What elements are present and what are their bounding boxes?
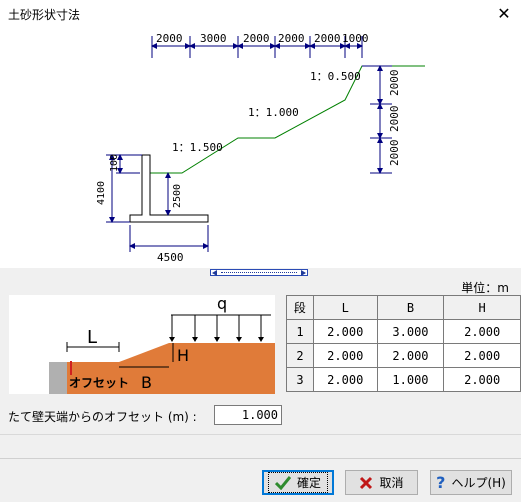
cell-B[interactable]: 1.000 xyxy=(376,367,445,392)
divider xyxy=(0,434,521,435)
explanation-diagram: q L H B オフセット xyxy=(9,294,275,394)
right-dim-3: 2000 xyxy=(388,140,401,167)
table-row: 3 2.000 1.000 2.000 xyxy=(286,367,521,392)
wall-dim-top: 100 xyxy=(109,154,120,172)
right-dim-1: 2000 xyxy=(388,70,401,97)
wall-dim-base: 4500 xyxy=(157,251,184,264)
top-dim-3: 2000 xyxy=(243,32,270,45)
cell-L[interactable]: 2.000 xyxy=(312,319,378,344)
question-icon: ? xyxy=(436,473,446,492)
col-header-H: H xyxy=(443,295,521,320)
row-header: 2 xyxy=(286,343,314,368)
help-button-label: ヘルプ(H) xyxy=(451,476,506,490)
col-header-B: B xyxy=(376,295,445,320)
col-header-L: L xyxy=(312,295,378,320)
label-q: q xyxy=(217,295,227,313)
wall-dimension-lines xyxy=(106,154,209,252)
cell-B[interactable]: 2.000 xyxy=(376,343,445,368)
cell-L[interactable]: 2.000 xyxy=(312,367,378,392)
retaining-wall xyxy=(129,154,209,223)
row-header: 3 xyxy=(286,367,314,392)
x-icon xyxy=(360,476,373,489)
cell-B[interactable]: 3.000 xyxy=(376,319,445,344)
label-B: B xyxy=(141,373,152,392)
label-H: H xyxy=(177,346,189,365)
close-icon[interactable]: ✕ xyxy=(487,0,521,28)
slope-label-1: 1：1.500 xyxy=(172,141,223,154)
label-offset: オフセット xyxy=(69,376,129,390)
cancel-button[interactable]: 取消 xyxy=(345,470,418,495)
wall-dim-offset: 2500 xyxy=(172,184,183,208)
top-dim-5: 2000 xyxy=(314,32,341,45)
window-title: 土砂形状寸法 xyxy=(8,8,81,22)
ok-button[interactable]: 確定 xyxy=(262,470,334,495)
load-arrows xyxy=(171,315,262,339)
title-bar: 土砂形状寸法 ✕ xyxy=(0,0,521,28)
wall-dim-height: 4100 xyxy=(96,181,107,205)
splitter-left-arrow-icon xyxy=(212,270,217,276)
slope-label-2: 1：1.000 xyxy=(248,106,299,119)
status-divider xyxy=(0,458,521,459)
cell-H[interactable]: 2.000 xyxy=(443,367,521,392)
col-header-tier: 段 xyxy=(286,295,314,320)
cell-L[interactable]: 2.000 xyxy=(312,343,378,368)
top-dim-1: 2000 xyxy=(156,32,183,45)
cell-H[interactable]: 2.000 xyxy=(443,319,521,344)
table-row: 2 2.000 2.000 2.000 xyxy=(286,343,521,368)
splitter-grip xyxy=(221,272,297,273)
soil-shape-drawing: 2000 3000 2000 2000 2000 1000 1：1.500 1：… xyxy=(0,28,521,268)
ok-button-label: 確定 xyxy=(296,476,321,490)
label-L: L xyxy=(87,327,97,348)
unit-label: 単位：m xyxy=(461,281,509,295)
help-button[interactable]: ? ヘルプ(H) xyxy=(430,470,512,495)
table-row: 1 2.000 3.000 2.000 xyxy=(286,319,521,344)
ground-profile-line xyxy=(150,65,425,174)
top-dim-4: 2000 xyxy=(278,32,305,45)
checkmark-icon xyxy=(274,475,291,490)
cell-H[interactable]: 2.000 xyxy=(443,343,521,368)
wall-block xyxy=(49,362,67,394)
offset-field-label: たて壁天端からのオフセット (m) : xyxy=(8,410,197,424)
right-dim-2: 2000 xyxy=(388,106,401,133)
offset-input[interactable]: 1.000 xyxy=(214,405,282,425)
top-dim-2: 3000 xyxy=(200,32,227,45)
top-dim-6: 1000 xyxy=(342,32,369,45)
splitter-right-arrow-icon xyxy=(301,270,306,276)
pane-splitter[interactable] xyxy=(210,269,308,276)
slope-label-3: 1：0.500 xyxy=(310,70,361,83)
tier-table: 段 L B H 1 2.000 3.000 2.000 2 2.000 2.00… xyxy=(286,295,521,392)
row-header: 1 xyxy=(286,319,314,344)
cancel-button-label: 取消 xyxy=(379,476,404,490)
